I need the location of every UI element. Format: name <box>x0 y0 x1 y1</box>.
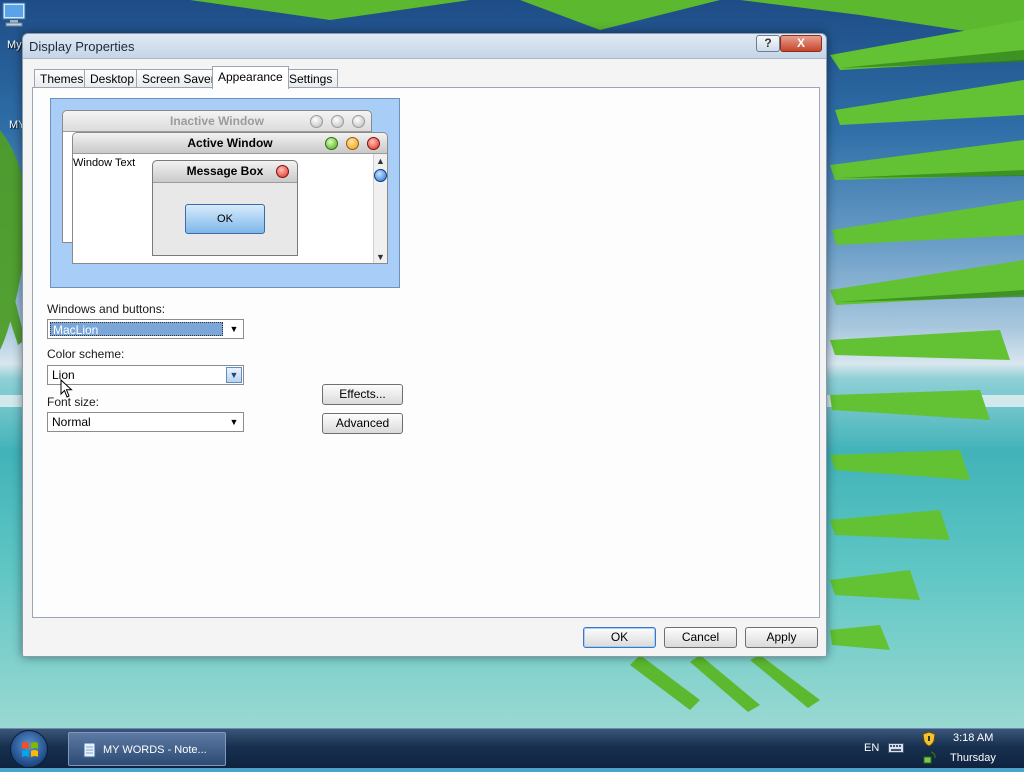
display-properties-dialog: Display Properties ? X Themes Desktop Sc… <box>22 33 827 657</box>
minimize-icon <box>331 115 344 128</box>
scroll-down-arrow-icon: ▼ <box>376 252 385 262</box>
notepad-icon <box>83 742 96 758</box>
appearance-tab-panel: Inactive Window Active Window Window Tex… <box>32 87 820 618</box>
desktop-icon-label[interactable]: My <box>7 39 22 51</box>
language-indicator[interactable]: EN <box>864 742 879 754</box>
network-icon[interactable] <box>922 749 938 765</box>
help-button[interactable]: ? <box>756 35 780 52</box>
appearance-preview: Inactive Window Active Window Window Tex… <box>50 98 400 288</box>
active-window-preview: Active Window Window Text ▲ ▼ Message Bo… <box>72 132 388 264</box>
tab-screen-saver[interactable]: Screen Saver <box>136 69 221 88</box>
close-icon <box>367 137 380 150</box>
message-box-title-text: Message Box <box>186 164 264 178</box>
start-orb-icon <box>22 742 38 757</box>
effects-button[interactable]: Effects... <box>322 384 403 405</box>
color-scheme-select[interactable]: Lion ▼ <box>47 365 244 385</box>
window-title: Display Properties <box>29 39 135 54</box>
taskbar: MY WORDS - Note... EN 3:18 AM Thursday <box>0 728 1024 768</box>
inactive-window-title: Inactive Window <box>63 111 371 132</box>
chevron-down-icon[interactable]: ▼ <box>226 414 242 430</box>
font-size-value: Normal <box>52 415 91 429</box>
scroll-thumb <box>374 169 387 182</box>
clock-day[interactable]: Thursday <box>950 752 996 764</box>
tab-appearance[interactable]: Appearance <box>212 66 289 89</box>
font-size-select[interactable]: Normal ▼ <box>47 412 244 432</box>
keyboard-icon[interactable] <box>888 742 904 754</box>
message-box-title: Message Box <box>153 161 297 183</box>
active-window-title-text: Active Window <box>187 136 273 150</box>
inactive-window-title-text: Inactive Window <box>170 114 264 128</box>
window-text-sample: Window Text <box>73 157 136 169</box>
apply-button[interactable]: Apply <box>745 627 818 648</box>
start-button[interactable] <box>10 730 48 768</box>
close-button[interactable]: X <box>780 35 822 52</box>
windows-buttons-value: MacLion <box>50 322 223 337</box>
ok-button[interactable]: OK <box>583 627 656 648</box>
taskbar-item-label: MY WORDS - Note... <box>103 744 207 756</box>
chevron-down-icon[interactable]: ▼ <box>226 321 242 337</box>
windows-buttons-select[interactable]: MacLion ▼ <box>47 319 244 339</box>
active-window-title: Active Window <box>73 133 387 154</box>
computer-icon[interactable] <box>0 0 30 30</box>
scroll-up-arrow-icon: ▲ <box>376 156 385 166</box>
message-box-preview: Message Box OK <box>152 160 298 256</box>
color-scheme-label: Color scheme: <box>47 347 125 361</box>
advanced-button[interactable]: Advanced <box>322 413 403 434</box>
close-icon <box>276 165 289 178</box>
clock-time[interactable]: 3:18 AM <box>953 732 993 744</box>
preview-scrollbar: ▲ ▼ <box>373 154 387 263</box>
tab-settings[interactable]: Settings <box>283 69 339 88</box>
cancel-button[interactable]: Cancel <box>664 627 737 648</box>
chevron-down-icon[interactable]: ▼ <box>226 367 242 383</box>
taskbar-item-notepad[interactable]: MY WORDS - Note... <box>68 732 226 766</box>
tab-desktop[interactable]: Desktop <box>84 69 141 88</box>
message-box-ok-button: OK <box>185 204 265 234</box>
windows-buttons-label: Windows and buttons: <box>47 302 166 316</box>
close-icon <box>352 115 365 128</box>
mouse-cursor-icon <box>60 379 73 398</box>
zoom-icon <box>310 115 323 128</box>
security-shield-icon[interactable] <box>922 731 936 747</box>
tab-themes[interactable]: Themes <box>34 69 90 88</box>
title-bar[interactable]: Display Properties ? X <box>23 34 826 59</box>
minimize-icon <box>346 137 359 150</box>
zoom-icon <box>325 137 338 150</box>
